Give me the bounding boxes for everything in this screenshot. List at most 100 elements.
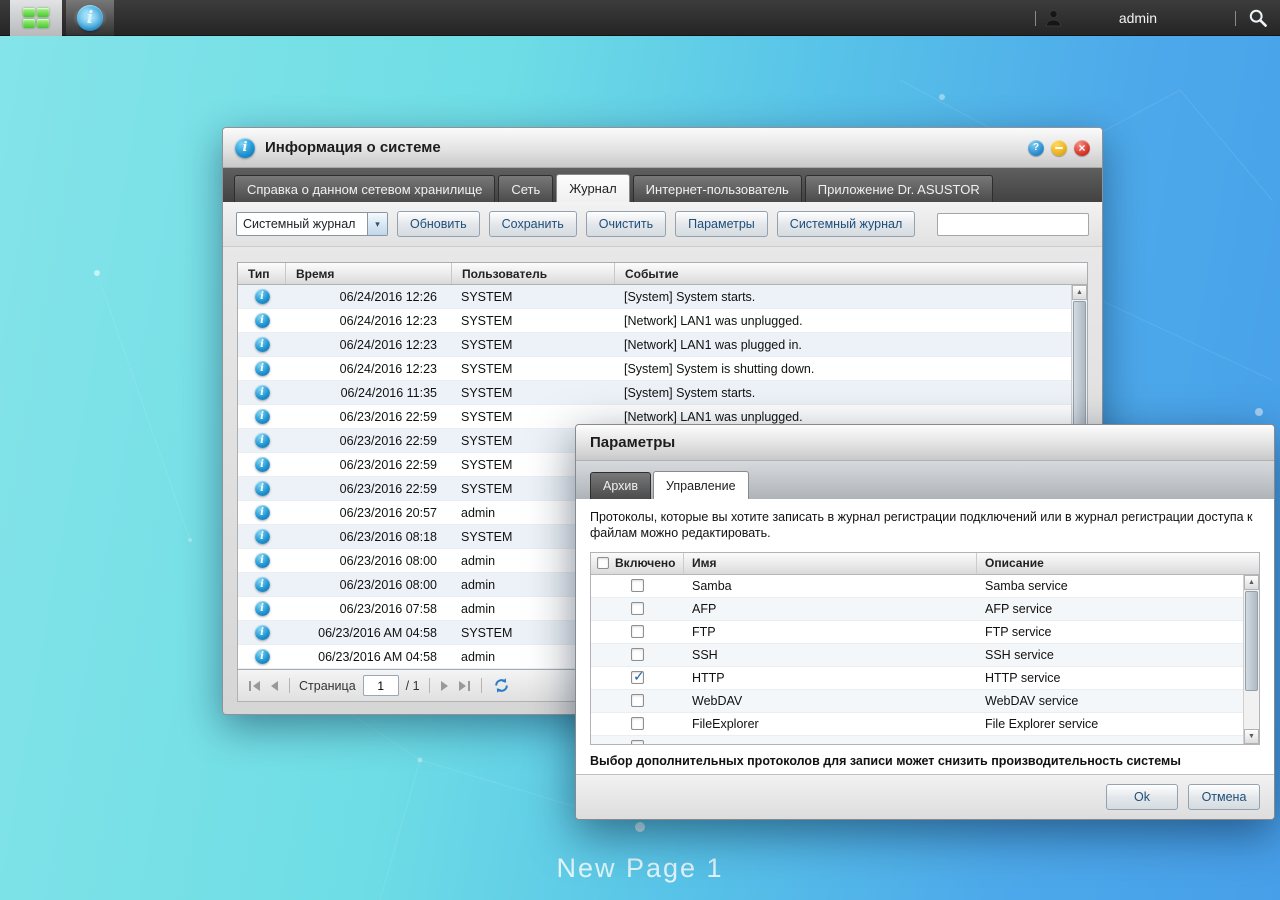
protocol-row[interactable]: SSH SSH service: [591, 643, 1259, 667]
tab[interactable]: Справка о данном сетевом хранилище: [234, 175, 496, 202]
cell-description: AFP service: [985, 601, 1053, 616]
ok-button[interactable]: Ok: [1106, 784, 1178, 810]
prev-page-button[interactable]: [269, 678, 280, 694]
scroll-up-icon[interactable]: ▲: [1244, 574, 1259, 590]
protocol-row[interactable]: [591, 735, 1259, 744]
cell-type: i: [238, 453, 286, 476]
protocol-row[interactable]: FileExplorer File Explorer service: [591, 713, 1259, 736]
toolbar-button[interactable]: Сохранить: [488, 211, 577, 237]
protocol-checkbox[interactable]: [631, 668, 645, 685]
taskbar-item-system-info[interactable]: i: [66, 0, 114, 36]
window-titlebar[interactable]: i Информация о системе ? ×: [223, 128, 1102, 168]
info-icon: i: [254, 505, 270, 520]
scrollbar-thumb[interactable]: [1245, 590, 1258, 691]
tab-label: Приложение Dr. ASUSTOR: [817, 181, 980, 197]
info-icon: i: [254, 385, 270, 400]
separator: [428, 678, 430, 693]
column-header-enabled[interactable]: Включено: [591, 552, 684, 574]
protocol-checkbox[interactable]: [631, 602, 644, 615]
column-header-user[interactable]: Пользователь: [452, 263, 615, 284]
scroll-up-icon[interactable]: ▲: [1072, 285, 1087, 300]
desktop-caption: New Page 1: [556, 853, 724, 883]
username[interactable]: admin: [1119, 10, 1157, 26]
first-page-button[interactable]: [247, 678, 262, 694]
cell-name: FileExplorer: [692, 716, 759, 731]
cell-time: 06/23/2016 AM 04:58: [318, 625, 437, 640]
tab-label: Интернет-пользователь: [645, 181, 789, 197]
cancel-button[interactable]: Отмена: [1188, 784, 1260, 810]
last-page-button[interactable]: [457, 678, 472, 694]
column-header-name[interactable]: Имя: [684, 552, 977, 574]
log-row[interactable]: i 06/24/2016 12:23 SYSTEM [Network] LAN1…: [238, 333, 1087, 357]
log-type-dropdown[interactable]: Системный журнал ▾: [236, 212, 388, 236]
tab[interactable]: Приложение Dr. ASUSTOR: [804, 175, 993, 202]
toolbar-buttons: Обновить Сохранить Очистить Параметры Систем…: [397, 211, 916, 237]
cell-event: [Network] LAN1 was plugged in.: [624, 337, 802, 352]
window-title: Информация о системе: [265, 139, 441, 156]
cell-description: FTP service: [985, 624, 1052, 639]
cell-name: FTP: [692, 624, 716, 639]
log-row[interactable]: i 06/24/2016 12:23 SYSTEM [System] Syste…: [238, 357, 1087, 381]
info-icon: i: [254, 313, 270, 328]
protocol-row[interactable]: AFP AFP service: [591, 597, 1259, 621]
info-icon: i: [254, 361, 270, 376]
tab[interactable]: Журнал: [556, 174, 630, 202]
cell-enabled: [591, 694, 684, 707]
tab[interactable]: Управление: [653, 471, 749, 499]
window-controls: ? ×: [1028, 139, 1090, 156]
cell-time: 06/24/2016 12:26: [339, 289, 437, 304]
dialog-tabs: Архив Управление: [576, 461, 1274, 499]
tab[interactable]: Сеть: [498, 175, 554, 202]
app-launcher-button[interactable]: [10, 0, 62, 36]
cell-time: 06/23/2016 08:00: [339, 553, 437, 568]
cell-time: 06/23/2016 AM 04:58: [318, 649, 437, 664]
protocol-checkbox[interactable]: [631, 694, 644, 707]
column-header-time[interactable]: Время: [286, 263, 452, 284]
page-total: / 1: [405, 678, 420, 693]
scrollbar-track[interactable]: [1244, 692, 1259, 729]
protocol-row[interactable]: Samba Samba service: [591, 575, 1259, 598]
log-row[interactable]: i 06/24/2016 12:23 SYSTEM [Network] LAN1…: [238, 309, 1087, 333]
cell-name: Samba: [692, 578, 732, 593]
protocol-checkbox[interactable]: [631, 740, 644, 744]
dialog-title: Параметры: [590, 434, 676, 451]
help-button[interactable]: ?: [1028, 139, 1044, 156]
column-header-description[interactable]: Описание: [977, 553, 1259, 574]
tab[interactable]: Архив: [590, 472, 652, 499]
dialog-titlebar[interactable]: Параметры: [576, 425, 1274, 461]
page-input[interactable]: [362, 675, 399, 696]
cell-time: 06/23/2016 22:59: [339, 457, 437, 472]
info-icon: i: [254, 625, 270, 640]
refresh-icon[interactable]: [493, 677, 510, 694]
cell-time: 06/24/2016 12:23: [339, 313, 437, 328]
filter-input[interactable]: [937, 212, 1089, 236]
toolbar-button[interactable]: Параметры: [675, 211, 768, 237]
toolbar-button[interactable]: Обновить: [397, 211, 480, 237]
protocol-checkbox[interactable]: [631, 648, 644, 661]
column-label: Включено: [615, 556, 676, 570]
column-header-type[interactable]: Тип: [238, 263, 286, 284]
column-header-event[interactable]: Событие: [615, 263, 1087, 284]
user-icon[interactable]: [1044, 9, 1063, 27]
protocol-row[interactable]: WebDAV WebDAV service: [591, 689, 1259, 713]
next-page-button[interactable]: [439, 678, 450, 694]
log-row[interactable]: i 06/24/2016 12:26 SYSTEM [System] Syste…: [238, 285, 1087, 309]
search-icon[interactable]: [1248, 8, 1268, 28]
tab[interactable]: Интернет-пользователь: [632, 175, 802, 202]
protocol-row[interactable]: FTP FTP service: [591, 621, 1259, 644]
protocol-checkbox[interactable]: [631, 717, 644, 730]
chevron-down-icon[interactable]: ▾: [367, 213, 387, 235]
protocol-checkbox[interactable]: [631, 579, 644, 592]
info-icon: i: [254, 529, 270, 544]
minimize-button[interactable]: [1051, 139, 1067, 156]
scroll-down-icon[interactable]: ▼: [1244, 728, 1259, 744]
select-all-checkbox[interactable]: [597, 557, 609, 569]
log-row[interactable]: i 06/24/2016 11:35 SYSTEM [System] Syste…: [238, 381, 1087, 405]
close-button[interactable]: ×: [1074, 139, 1090, 156]
toolbar-button[interactable]: Очистить: [585, 211, 667, 237]
dialog-scrollbar[interactable]: ▲ ▼: [1243, 574, 1259, 744]
protocol-row[interactable]: HTTP HTTP service: [591, 667, 1259, 690]
cell-time: 06/23/2016 20:57: [339, 505, 437, 520]
toolbar-button[interactable]: Системный журнал: [776, 211, 916, 237]
protocol-checkbox[interactable]: [631, 625, 644, 638]
